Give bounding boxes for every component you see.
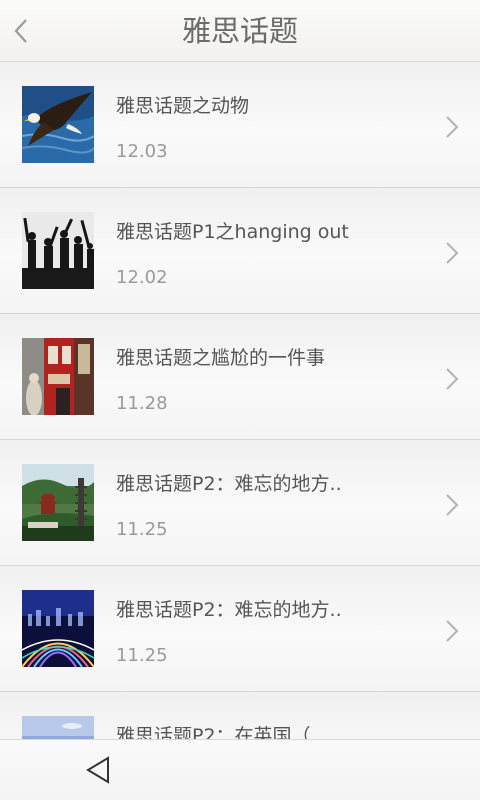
list-item[interactable]: 雅思话题P2：在英国（ [0, 692, 480, 739]
street-scene-thumbnail [22, 338, 94, 415]
list-item[interactable]: 雅思话题之尴尬的一件事 11.28 [0, 314, 480, 440]
article-date: 11.28 [116, 393, 168, 414]
list-item[interactable]: 雅思话题P2：难忘的地方.. 11.25 [0, 440, 480, 566]
chevron-right-icon [446, 116, 459, 138]
article-list: 雅思话题之动物 12.03 雅思话题P1之hanging out 12.02 雅… [0, 62, 480, 739]
article-title: 雅思话题P1之hanging out [116, 221, 349, 243]
list-item[interactable]: 雅思话题P1之hanging out 12.02 [0, 188, 480, 314]
chevron-right-icon [446, 368, 459, 390]
chevron-right-icon [446, 494, 459, 516]
chevron-right-icon [446, 242, 459, 264]
pagoda-thumbnail [22, 464, 94, 541]
list-item[interactable]: 雅思话题之动物 12.03 [0, 62, 480, 188]
sky-thumbnail [22, 716, 94, 739]
chevron-right-icon [446, 620, 459, 642]
app-header: 雅思话题 [0, 0, 480, 62]
page-title: 雅思话题 [181, 14, 298, 48]
article-title: 雅思话题之动物 [116, 95, 250, 117]
system-navigation-bar [0, 739, 480, 800]
triangle-back-icon[interactable] [84, 754, 114, 786]
article-date: 11.25 [116, 645, 168, 666]
article-title: 雅思话题P2：在英国（ [116, 725, 311, 739]
article-title: 雅思话题之尴尬的一件事 [116, 347, 326, 369]
list-item[interactable]: 雅思话题P2：难忘的地方.. 11.25 [0, 566, 480, 692]
city-lights-thumbnail [22, 590, 94, 667]
eagle-thumbnail [22, 86, 94, 163]
article-date: 11.25 [116, 519, 168, 540]
silhouette-thumbnail [22, 212, 94, 289]
article-date: 12.02 [116, 267, 168, 288]
article-title: 雅思话题P2：难忘的地方.. [116, 473, 342, 495]
article-title: 雅思话题P2：难忘的地方.. [116, 599, 342, 621]
article-date: 12.03 [116, 141, 168, 162]
